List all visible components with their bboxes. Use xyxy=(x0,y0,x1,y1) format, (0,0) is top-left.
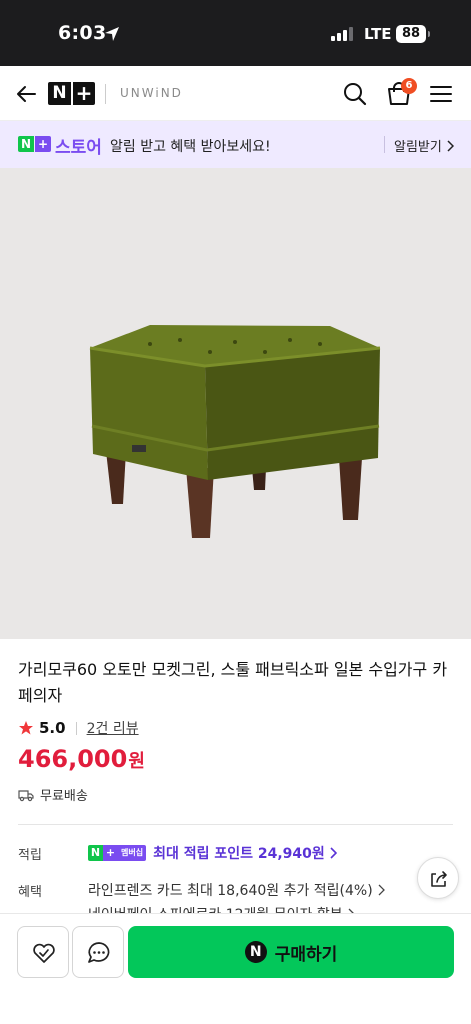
share-icon xyxy=(431,871,447,887)
promo-badge-plus: + xyxy=(35,136,51,152)
shipping-label: 무료배송 xyxy=(40,789,88,804)
section-divider xyxy=(18,824,453,825)
bottom-action-bar: N 구매하기 xyxy=(0,913,471,1024)
product-image[interactable] xyxy=(0,168,471,639)
star-icon xyxy=(19,721,33,735)
truck-icon xyxy=(18,789,34,801)
chat-bubble-icon xyxy=(88,942,110,963)
promo-badge-n: N xyxy=(18,136,34,152)
nplus-logo[interactable]: N + xyxy=(48,82,95,105)
signal-icon xyxy=(331,27,353,41)
benefit-card-link[interactable]: 라인프렌즈 카드 최대 18,640원 추가 적립(4%) xyxy=(88,880,385,900)
nplus-badge: N + xyxy=(18,136,51,152)
promo-divider xyxy=(384,136,385,153)
chevron-right-icon xyxy=(330,847,337,859)
promo-banner[interactable]: N + 스토어 알림 받고 혜택 받아보세요! 알림받기 xyxy=(0,121,471,168)
shipping-info: 무료배송 xyxy=(18,785,88,804)
membership-badge-label: 멤버십 xyxy=(118,845,147,861)
rating-row: 5.0 2건 리뷰 xyxy=(18,718,139,738)
status-bar: 6:03 LTE 88 xyxy=(0,0,471,66)
points-text: 최대 적립 포인트 24,940원 xyxy=(153,846,325,862)
chevron-right-icon xyxy=(378,884,385,896)
membership-badge-plus: + xyxy=(103,845,118,861)
status-time: 6:03 xyxy=(58,22,107,44)
product-title: 가리모쿠60 오토만 모켓그린, 스툴 패브릭소파 일본 수입가구 카페의자 xyxy=(18,660,448,705)
battery-icon: 88 xyxy=(396,25,426,43)
network-label: LTE xyxy=(364,25,392,43)
benefit-label: 혜택 xyxy=(18,885,42,900)
price: 466,000 원 xyxy=(18,745,145,773)
membership-badge-n: N xyxy=(88,845,103,861)
heart-check-icon xyxy=(33,943,55,963)
cart-count-badge: 6 xyxy=(401,78,417,94)
logo-divider xyxy=(105,84,106,104)
points-label: 적립 xyxy=(18,848,42,863)
talk-talk-button[interactable] xyxy=(72,926,124,978)
promo-text: 알림 받고 혜택 받아보세요! xyxy=(110,139,271,155)
wishlist-button[interactable] xyxy=(17,926,69,978)
rating-value: 5.0 xyxy=(39,719,66,737)
ottoman-illustration xyxy=(89,325,381,538)
review-count-link[interactable]: 2건 리뷰 xyxy=(87,718,139,738)
price-value: 466,000 xyxy=(18,745,128,773)
battery-cap xyxy=(428,31,430,37)
rating-divider xyxy=(75,721,77,735)
membership-badge: N + 멤버십 xyxy=(88,845,147,861)
buy-button[interactable]: N 구매하기 xyxy=(128,926,454,978)
promo-store-label: 스토어 xyxy=(55,138,102,158)
back-arrow-icon[interactable] xyxy=(14,82,38,106)
buy-button-label: 구매하기 xyxy=(274,944,338,965)
share-button[interactable] xyxy=(417,857,459,899)
top-nav: N + UNWiND xyxy=(0,66,471,121)
points-link[interactable]: N + 멤버십 최대 적립 포인트 24,940원 xyxy=(88,843,337,863)
logo-n: N xyxy=(48,82,71,105)
brand-name[interactable]: UNWiND xyxy=(120,86,183,100)
naver-pay-icon: N xyxy=(244,941,267,963)
benefit-card-text: 라인프렌즈 카드 최대 18,640원 추가 적립(4%) xyxy=(88,883,373,899)
menu-icon[interactable] xyxy=(429,82,453,106)
search-icon[interactable] xyxy=(342,81,368,107)
notification-link[interactable]: 알림받기 xyxy=(394,136,454,155)
chevron-right-icon xyxy=(447,139,454,152)
price-unit: 원 xyxy=(128,751,145,772)
notification-link-label: 알림받기 xyxy=(394,140,442,155)
location-arrow-icon xyxy=(105,27,119,41)
logo-plus: + xyxy=(73,82,95,105)
